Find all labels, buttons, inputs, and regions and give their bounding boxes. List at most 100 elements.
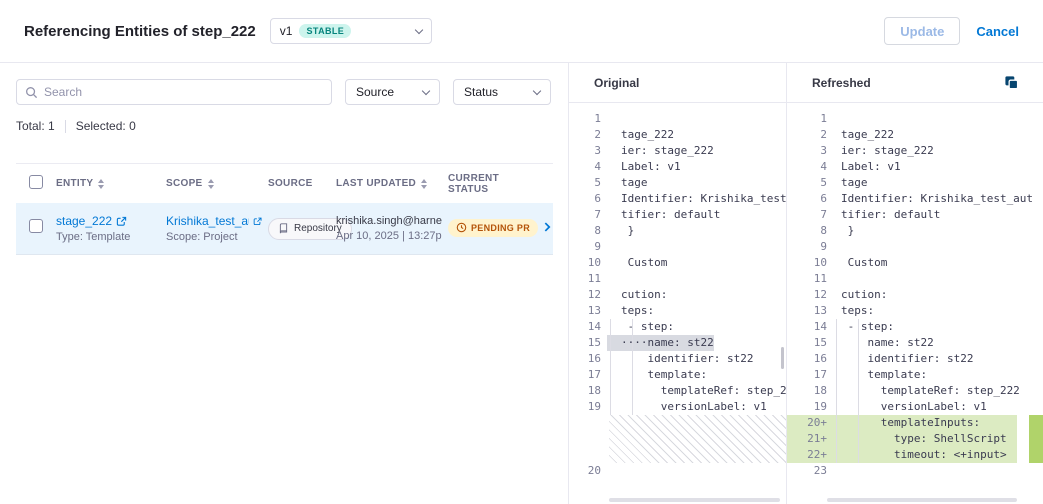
line-number: 10 — [569, 255, 607, 271]
line-number: 5 — [569, 175, 607, 191]
source-filter-label: Source — [356, 85, 394, 99]
line-number: 4 — [569, 159, 607, 175]
status-badge: PENDING PR — [448, 219, 538, 237]
line-text — [607, 463, 621, 479]
code-line: 2tage_222 — [787, 127, 1043, 143]
code-line: 17 template: — [787, 367, 1043, 383]
line-number: 19 — [787, 399, 833, 415]
line-text: } — [833, 223, 854, 239]
line-number: 1 — [569, 111, 607, 127]
sort-icon[interactable] — [208, 179, 214, 189]
code-line: 6Identifier: Krishika_test_aut — [787, 191, 1043, 207]
total-count: Total: 1 — [16, 119, 55, 133]
diff-original-pane: Original 12tage_2223ier: stage_2224Label… — [569, 63, 787, 504]
line-number: 15 — [787, 335, 833, 351]
sort-icon[interactable] — [421, 179, 427, 189]
line-number: 16 — [787, 351, 833, 367]
external-link-icon[interactable] — [116, 216, 127, 227]
line-text: tage_222 — [833, 127, 894, 143]
line-number: 22+ — [787, 447, 833, 463]
line-number: 20+ — [787, 415, 833, 431]
line-text — [833, 239, 841, 255]
line-text — [833, 111, 841, 127]
code-line: 3ier: stage_222 — [569, 143, 786, 159]
row-checkbox[interactable] — [29, 219, 43, 233]
select-all-checkbox[interactable] — [29, 175, 43, 189]
indent-guide — [858, 319, 859, 463]
line-number: 11 — [787, 271, 833, 287]
diff-original-title: Original — [594, 76, 639, 90]
diff-refreshed-title: Refreshed — [812, 76, 871, 90]
line-text: type: ShellScript — [833, 431, 1007, 447]
code-line: 5tage — [569, 175, 786, 191]
status-filter-dropdown[interactable]: Status — [453, 79, 551, 105]
header-actions: Update Cancel — [884, 17, 1019, 45]
entities-panel: Source Status Total: 1 Selected: 0 ENTIT… — [0, 63, 568, 504]
column-header-last-updated[interactable]: LAST UPDATED — [336, 178, 427, 189]
code-line: 18 templateRef: step_222 — [787, 383, 1043, 399]
update-button[interactable]: Update — [884, 17, 960, 45]
column-header-source: SOURCE — [268, 178, 313, 189]
code-line: 11 — [569, 271, 786, 287]
line-text: templateRef: step_222 — [607, 383, 786, 399]
search-input[interactable] — [44, 85, 323, 99]
line-text: tage_222 — [607, 127, 674, 143]
added-lines-scroll-marker — [1029, 415, 1043, 463]
line-text: - step: — [607, 319, 674, 335]
table-row[interactable]: stage_222 Type: Template Krishika_test_a… — [16, 203, 553, 255]
chevron-down-icon — [422, 86, 430, 94]
code-line: 1 — [787, 111, 1043, 127]
external-link-icon[interactable] — [253, 216, 262, 227]
code-line: 13teps: — [787, 303, 1043, 319]
line-number: 20 — [569, 463, 607, 479]
copy-button[interactable] — [1004, 75, 1019, 90]
line-number: 14 — [787, 319, 833, 335]
cancel-button[interactable]: Cancel — [976, 24, 1019, 39]
search-box[interactable] — [16, 79, 332, 105]
sort-icon[interactable] — [98, 179, 104, 189]
source-filter-dropdown[interactable]: Source — [345, 79, 440, 105]
code-line: 11 — [787, 271, 1043, 287]
line-text — [833, 463, 841, 479]
indent-guide — [836, 319, 837, 463]
line-number: 11 — [569, 271, 607, 287]
dialog-body: Source Status Total: 1 Selected: 0 ENTIT… — [0, 63, 1043, 504]
code-line: 5tage — [787, 175, 1043, 191]
code-line: 10 Custom — [569, 255, 786, 271]
code-line: 19 versionLabel: v1 — [787, 399, 1043, 415]
line-text: Custom — [833, 255, 887, 271]
line-text: tifier: default — [607, 207, 720, 223]
stable-badge: STABLE — [299, 24, 351, 38]
row-expand-chevron-icon[interactable] — [544, 221, 551, 233]
line-number: 21+ — [787, 431, 833, 447]
line-text: tage — [607, 175, 648, 191]
line-number: 9 — [569, 239, 607, 255]
line-text: Identifier: Krishika_test_aut — [833, 191, 1033, 207]
code-line: 18 templateRef: step_222 — [569, 383, 786, 399]
vertical-scrollbar-thumb[interactable] — [781, 347, 784, 369]
line-text: ····name: st22 — [607, 335, 714, 351]
version-selector[interactable]: v1 STABLE — [270, 18, 432, 44]
entity-link[interactable]: stage_222 — [56, 214, 112, 228]
original-code-editor[interactable]: 12tage_2223ier: stage_2224Label: v15tage… — [569, 103, 786, 504]
line-number: 1 — [787, 111, 833, 127]
code-line: 22+ timeout: <+input> — [787, 447, 1043, 463]
scope-link[interactable]: Krishika_test_au... — [166, 214, 249, 228]
repository-icon — [278, 223, 289, 234]
column-header-current-status: CURRENT STATUS — [448, 173, 538, 195]
horizontal-scrollbar-thumb[interactable] — [827, 498, 1017, 502]
updated-date: Apr 10, 2025 | 13:27pm — [336, 230, 442, 242]
code-line: 14 - step: — [569, 319, 786, 335]
diff-refreshed-header: Refreshed — [787, 63, 1043, 103]
line-text: templateInputs: — [833, 415, 980, 431]
column-header-scope[interactable]: SCOPE — [166, 178, 214, 189]
line-text: timeout: <+input> — [833, 447, 1007, 463]
collapsed-region — [609, 415, 786, 463]
code-line: 21+ type: ShellScript — [787, 431, 1043, 447]
column-header-entity[interactable]: ENTITY — [56, 178, 104, 189]
horizontal-scrollbar-thumb[interactable] — [609, 498, 780, 502]
line-number: 16 — [569, 351, 607, 367]
version-label: v1 — [280, 24, 293, 38]
code-line: 10 Custom — [787, 255, 1043, 271]
refreshed-code-editor[interactable]: 12tage_2223ier: stage_2224Label: v15tage… — [787, 103, 1043, 504]
